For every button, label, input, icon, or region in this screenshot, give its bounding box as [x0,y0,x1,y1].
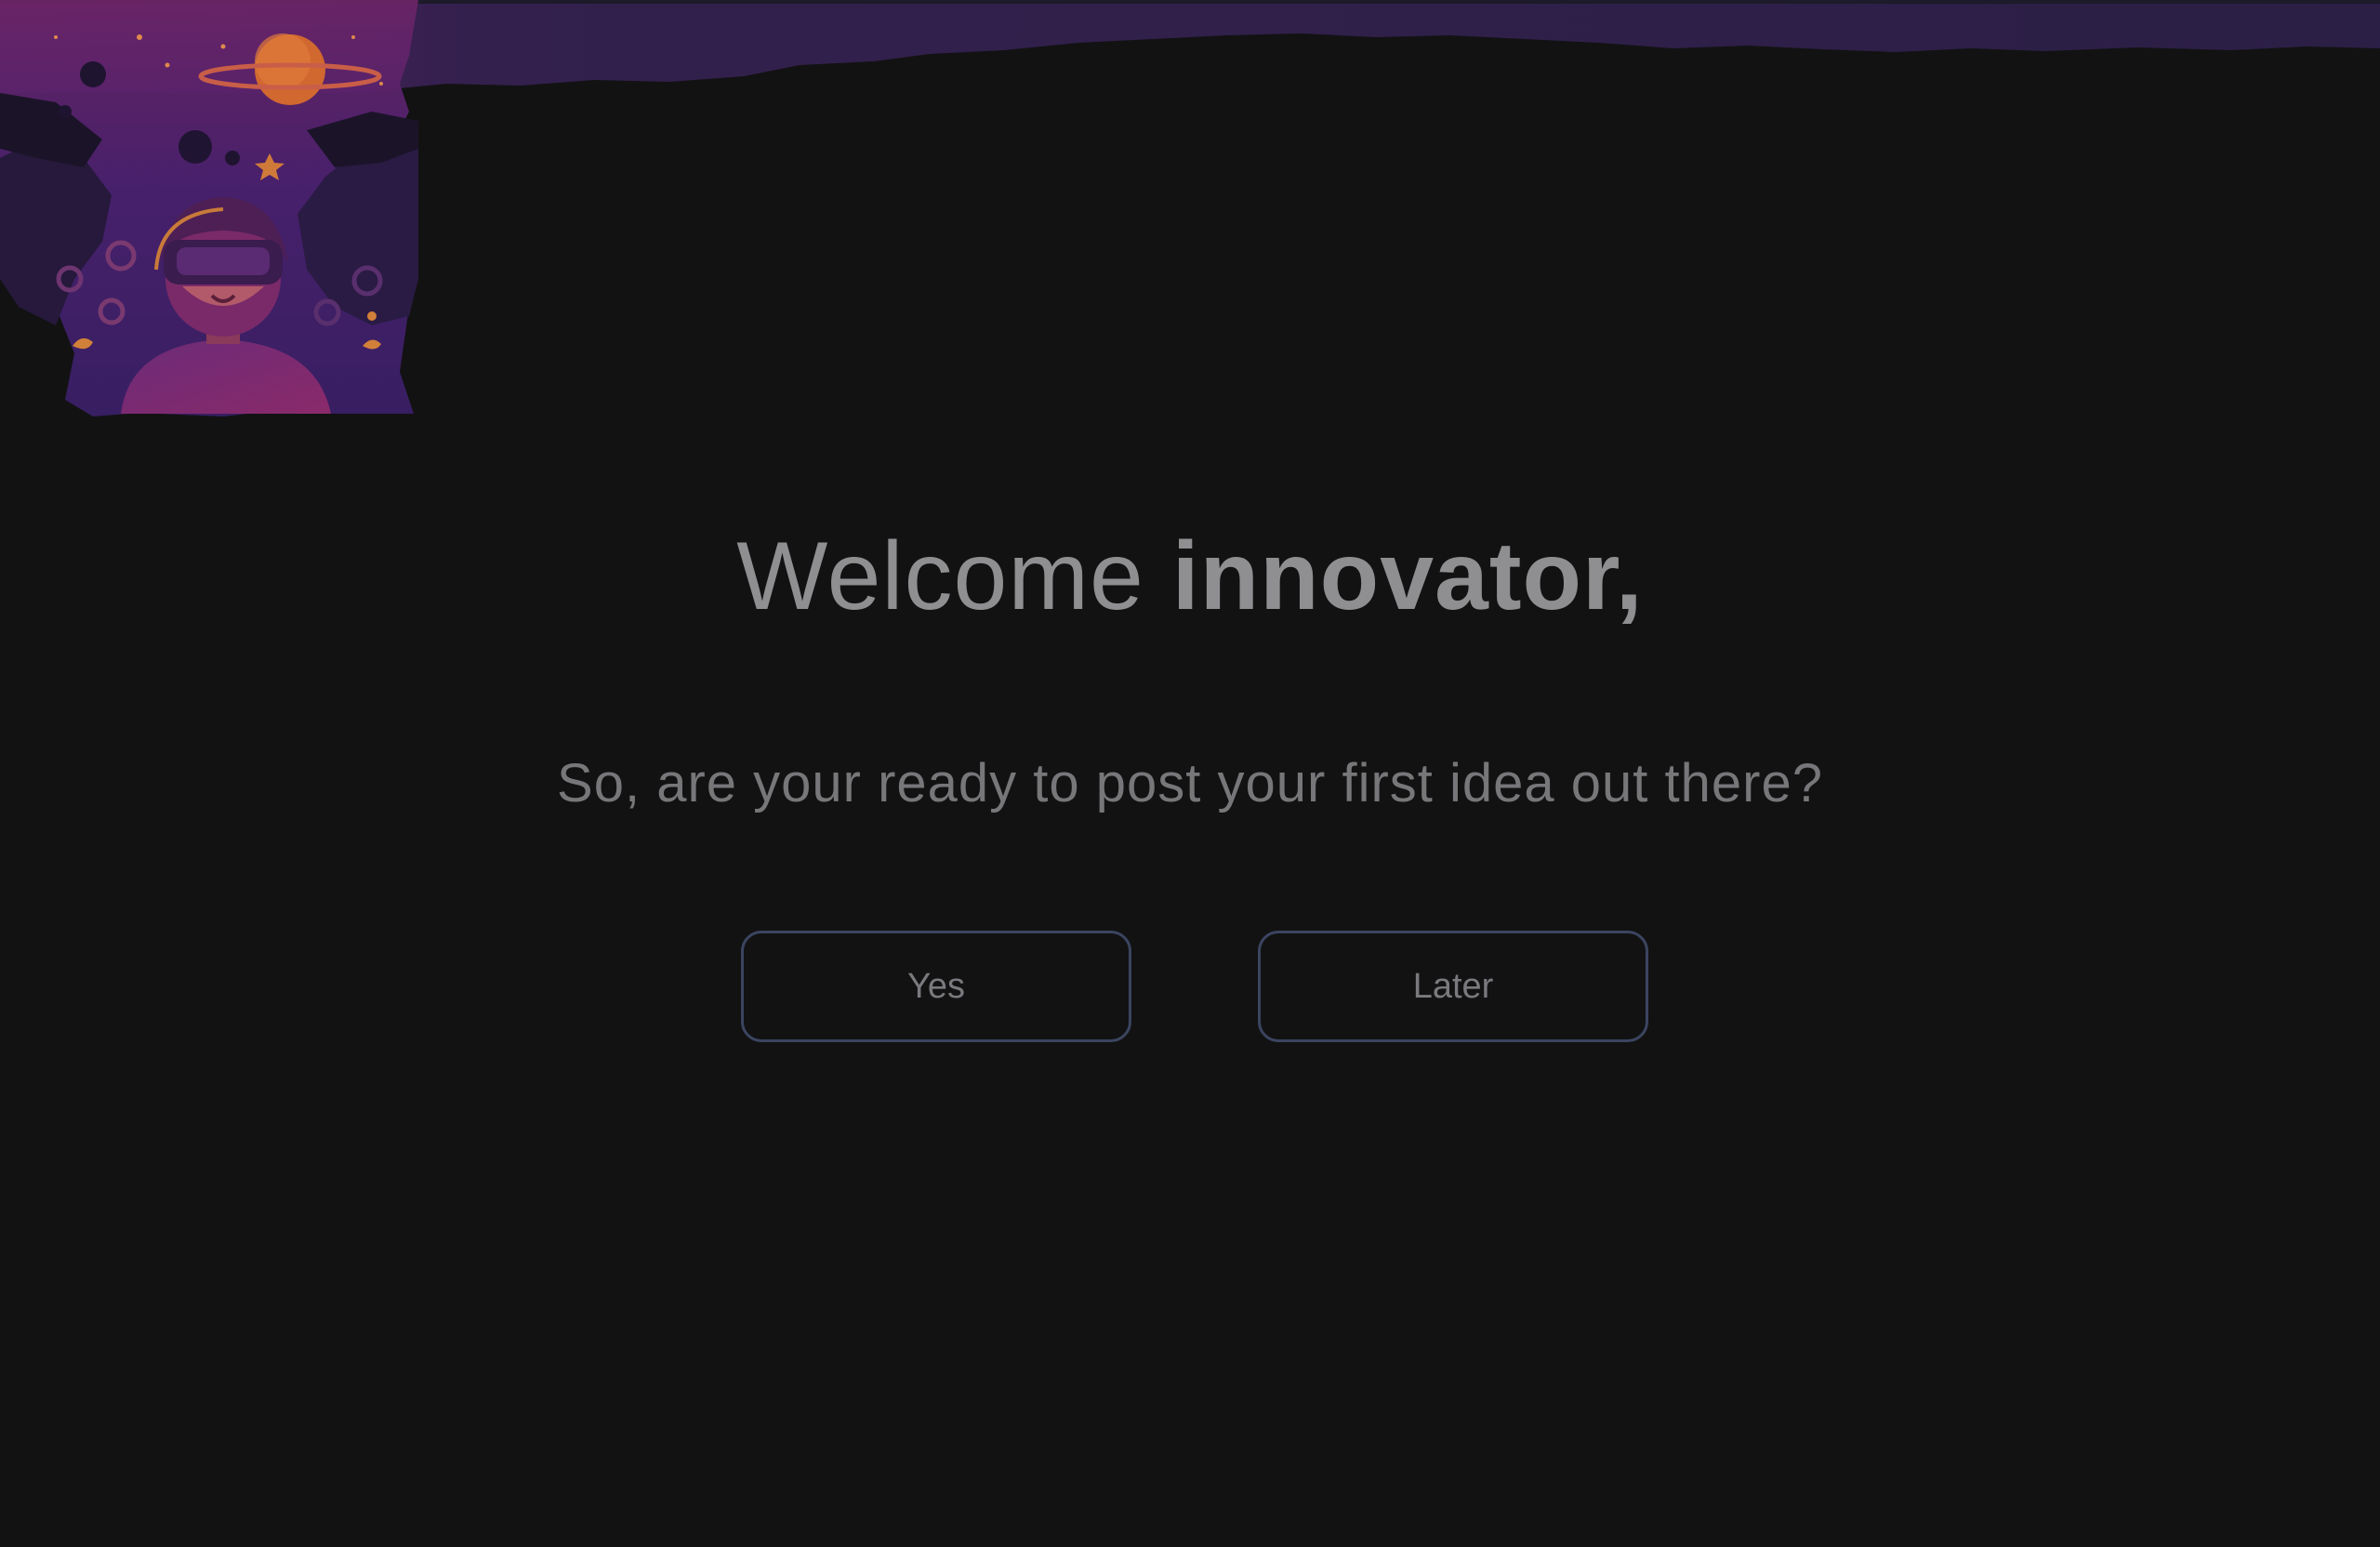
welcome-screen: Welcome innovator, So, are your ready to… [0,0,2380,1547]
later-button[interactable]: Later [1258,931,1648,1042]
welcome-prefix: Welcome [736,522,1172,630]
welcome-name: innovator, [1171,522,1644,630]
yes-button[interactable]: Yes [741,931,1131,1042]
welcome-heading: Welcome innovator, [0,521,2380,632]
hero-illustration [0,0,418,416]
welcome-subtitle: So, are your ready to post your first id… [557,753,1823,813]
